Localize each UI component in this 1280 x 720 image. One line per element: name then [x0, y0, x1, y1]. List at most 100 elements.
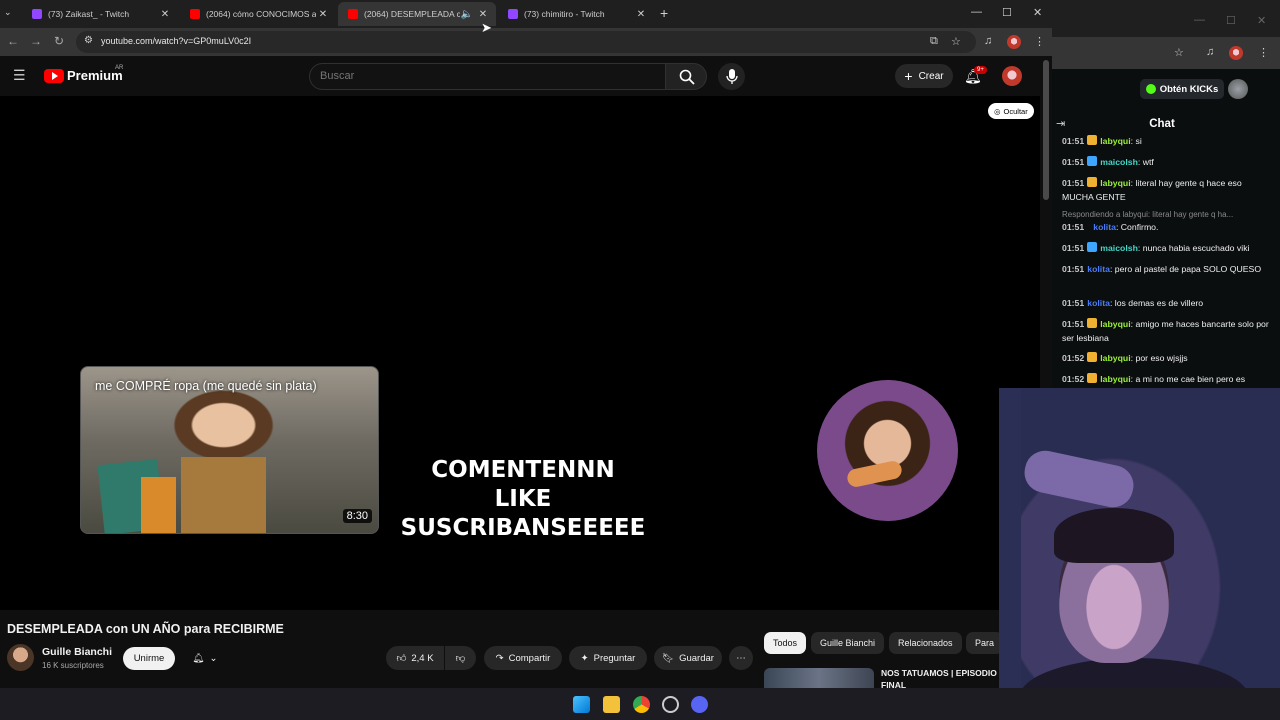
- tab-conocimos[interactable]: (2064) cómo CONOCIMOS a BA ✕: [180, 2, 336, 26]
- start-icon[interactable]: [573, 696, 590, 713]
- endscreen-video-card[interactable]: me COMPRÉ ropa (me quedé sin plata) 8:30: [80, 366, 379, 534]
- share-button[interactable]: ↷ Compartir: [484, 646, 562, 670]
- menu-dots-icon[interactable]: ⋮: [1258, 46, 1269, 59]
- tab-chimitiro[interactable]: (73) chimitiro - Twitch ✕: [498, 2, 654, 26]
- kick-coin-icon: [1145, 84, 1156, 94]
- mic-icon: [726, 69, 738, 84]
- chat-message: 01:51 labyqui: literal hay gente q hace e…: [1062, 177, 1242, 202]
- app-icon[interactable]: [662, 696, 679, 713]
- youtube-logo-icon[interactable]: [44, 69, 64, 83]
- chat-message: 01:51 labyqui: amigo me haces bancarte so…: [1062, 318, 1269, 343]
- chip-for-you[interactable]: Para: [966, 632, 1004, 654]
- back-icon[interactable]: ←: [7, 34, 19, 48]
- kick-user-avatar[interactable]: [1228, 79, 1248, 99]
- maximize-icon[interactable]: ☐: [1002, 6, 1012, 19]
- url-box[interactable]: ⚙ youtube.com/watch?v=GP0muLV0c2I ⧉ ☆: [76, 31, 976, 53]
- share-icon: ↷: [495, 652, 504, 664]
- close-icon[interactable]: ✕: [634, 9, 648, 20]
- more-dots-icon: ⋯: [736, 652, 746, 664]
- chat-message: 01:51 kolita: pero al pastel de papa SOLO…: [1062, 264, 1262, 274]
- media-icon[interactable]: ♫: [1206, 46, 1214, 58]
- close-icon[interactable]: ✕: [316, 9, 330, 20]
- crown-badge-icon: [1087, 177, 1098, 187]
- endcard-duration: 8:30: [342, 509, 372, 523]
- install-icon[interactable]: ⧉: [930, 35, 938, 48]
- url-text[interactable]: youtube.com/watch?v=GP0muLV0c2I: [101, 36, 251, 46]
- twitch-icon: [32, 9, 42, 19]
- close-icon[interactable]: ✕: [476, 9, 490, 20]
- region-label: AR: [115, 65, 124, 71]
- save-button[interactable]: 🔖︎ Guardar: [654, 646, 722, 670]
- tab-zaikast[interactable]: (73) Zaikast_ - Twitch ✕: [22, 2, 178, 26]
- chat-message: 01:51 maicolsh: nunca habia escuchado vik…: [1062, 242, 1250, 253]
- right-address-row: ☆ ♫ ⋮: [1052, 37, 1280, 69]
- chrome-icon[interactable]: [633, 696, 650, 713]
- discord-icon[interactable]: [691, 696, 708, 713]
- crown-badge-icon: [1087, 373, 1098, 383]
- minimize-icon[interactable]: —: [1194, 14, 1205, 26]
- notification-badge: 9+: [974, 66, 987, 74]
- speaker-icon[interactable]: 🔈: [460, 9, 474, 20]
- reply-hint: Respondiendo a labyqui: literal hay gent…: [1062, 210, 1234, 219]
- hamburger-menu-icon[interactable]: ☰: [13, 67, 26, 84]
- maximize-icon[interactable]: ☐: [1226, 14, 1236, 27]
- youtube-icon: [348, 9, 358, 19]
- endscreen-overlay-text: COMENTENNN LIKE SUSCRIBANSEEEEE: [400, 457, 646, 541]
- chat-message: 01:51 kolita: los demas es de villero: [1062, 298, 1204, 308]
- subscription-bell-button[interactable]: 🔔︎ ⌄: [183, 646, 227, 670]
- crown-badge-icon: [1087, 318, 1098, 328]
- search-button[interactable]: [665, 63, 707, 90]
- like-button[interactable]: 👍︎ 2,4 K: [386, 646, 444, 670]
- tab-desempleada[interactable]: (2064) DESEMPLEADA con 🔈 ✕: [338, 2, 496, 26]
- twitch-icon: [508, 9, 518, 19]
- reload-icon[interactable]: ↻: [54, 34, 64, 48]
- profile-avatar[interactable]: [1007, 35, 1021, 49]
- related-video-title[interactable]: NOS TATUAMOS | EPISODIO: [881, 668, 997, 678]
- hide-endscreen-button[interactable]: ◎ Ocultar: [988, 103, 1034, 119]
- tab-search-icon[interactable]: ⌄: [4, 7, 12, 18]
- address-bar-row: ← → ↻ ⚙ youtube.com/watch?v=GP0muLV0c2I …: [0, 28, 1052, 56]
- thumbs-up-icon: 👍︎: [396, 653, 407, 664]
- file-explorer-icon[interactable]: [603, 696, 620, 713]
- related-video-title-line2[interactable]: FINAL: [881, 680, 906, 688]
- chip-todos[interactable]: Todos: [764, 632, 807, 654]
- more-actions-button[interactable]: ⋯: [729, 646, 753, 670]
- close-icon[interactable]: ✕: [158, 9, 172, 20]
- get-kicks-button[interactable]: Obtén KICKs: [1140, 79, 1224, 99]
- related-video-thumbnail[interactable]: [764, 668, 874, 688]
- bookmark-star-icon[interactable]: ☆: [951, 35, 961, 48]
- forward-icon[interactable]: →: [30, 34, 42, 48]
- eye-off-icon: ◎: [994, 106, 1001, 116]
- close-window-icon[interactable]: ✕: [1257, 14, 1266, 27]
- chip-channel[interactable]: Guille Bianchi: [811, 632, 885, 654]
- chat-message: 01:51 labyqui: si: [1062, 135, 1142, 146]
- chip-related[interactable]: Relacionados: [889, 632, 962, 654]
- menu-dots-icon[interactable]: ⋮: [1034, 35, 1045, 48]
- endscreen-subscribe-avatar[interactable]: [817, 380, 958, 521]
- create-button[interactable]: + Crear: [895, 64, 953, 88]
- chat-message: 01:52 labyqui: a mi no me cae bien pero e…: [1062, 373, 1246, 384]
- account-avatar[interactable]: [1002, 66, 1022, 86]
- bookmark-star-icon[interactable]: ☆: [1174, 46, 1184, 59]
- search-box[interactable]: [309, 63, 666, 90]
- media-icon[interactable]: ♫: [984, 35, 992, 47]
- new-tab-button[interactable]: +: [660, 5, 668, 21]
- minimize-icon[interactable]: —: [971, 6, 982, 18]
- ask-button[interactable]: ✦ Preguntar: [569, 646, 647, 670]
- channel-name[interactable]: Guille Bianchi: [42, 646, 112, 658]
- page-scrollbar[interactable]: [1043, 60, 1049, 200]
- join-button[interactable]: Unirme: [123, 647, 175, 670]
- channel-avatar[interactable]: [7, 644, 34, 671]
- chat-title: Chat: [1149, 118, 1175, 130]
- site-info-icon[interactable]: ⚙: [84, 35, 93, 46]
- crown-badge-icon: [1087, 352, 1098, 362]
- voice-search-button[interactable]: [718, 63, 745, 90]
- webcam-overlay: [999, 388, 1280, 720]
- mod-badge-icon: [1087, 242, 1098, 252]
- youtube-icon: [190, 9, 200, 19]
- dislike-button[interactable]: 👎︎: [445, 646, 476, 670]
- close-window-icon[interactable]: ✕: [1033, 6, 1042, 19]
- search-input[interactable]: [320, 70, 620, 82]
- youtube-header: ☰ Premium AR + Crear 🔔︎ 9+: [0, 56, 1052, 96]
- profile-avatar[interactable]: [1229, 46, 1243, 60]
